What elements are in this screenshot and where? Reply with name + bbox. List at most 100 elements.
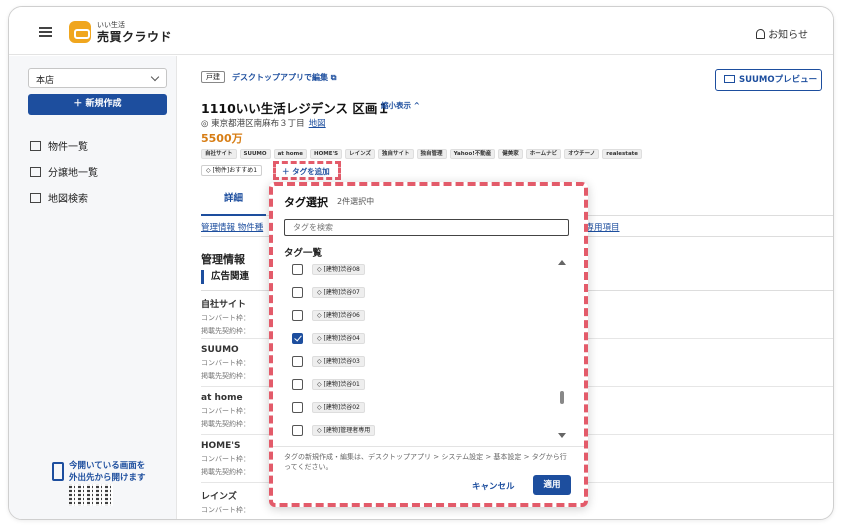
site-line-1: コンバート枠： [201, 407, 250, 415]
store-select[interactable]: 本店 [28, 68, 167, 88]
tag-icon: ◇ [317, 312, 322, 319]
property-type-badge: 戸建 [201, 71, 225, 83]
portal-chip: HOME'S [309, 149, 343, 159]
tag-row[interactable]: ◇ [建物]渋谷08 [292, 261, 542, 279]
promo-text: 今開いている画面を 外出先から開けます [69, 460, 169, 484]
modal-title: タグ選択 [284, 196, 328, 209]
brand-logo-icon [69, 21, 91, 43]
desktop-edit-link[interactable]: デスクトップアプリで編集 ⧉ [232, 72, 337, 83]
tag-chip: ◇ [建物]渋谷03 [312, 356, 365, 367]
tag-row[interactable]: ◇ [建物]渋谷02 [292, 399, 542, 417]
notice-button[interactable]: お知らせ [756, 26, 808, 41]
tag-icon: ◇ [317, 266, 322, 273]
sidebar-item-property-list[interactable]: 物件一覧 [30, 138, 88, 153]
portal-chip: 自社サイト [201, 149, 237, 159]
chevron-up-icon: ^ [413, 101, 420, 110]
tag-checkbox[interactable] [292, 264, 303, 275]
brand-name: 売買クラウド [97, 30, 173, 44]
site-line-2: 掲載先契約枠： [201, 327, 250, 335]
site-line-2: 掲載先契約枠： [201, 468, 250, 476]
tag-select-modal: タグ選択 2件選択中 タグ一覧 ◇ [建物]渋谷08 ◇ [建物]渋谷07 ◇ … [269, 182, 588, 507]
map-icon [30, 193, 41, 203]
sidebar: 本店 ＋ 新規作成 物件一覧 分譲地一覧 地図検索 今開いている画面を 外出先か… [9, 56, 177, 519]
portal-chip: レインズ [345, 149, 376, 159]
tag-label: [建物]渋谷08 [323, 266, 360, 273]
sidebar-item-map-search[interactable]: 地図検索 [30, 190, 88, 205]
site-block: at home コンバート枠： 掲載先契約枠： [201, 393, 271, 429]
tab-detail[interactable]: 詳細 [201, 184, 266, 216]
tag-chip: ◇ [建物]管理者専用 [312, 425, 376, 436]
tag-chip: ◇ [建物]渋谷01 [312, 379, 365, 390]
menu-icon[interactable] [39, 27, 52, 37]
tag-chip: ◇ [建物]渋谷07 [312, 287, 365, 298]
tag-row[interactable]: ◇ [建物]渋谷01 [292, 376, 542, 394]
pin-icon: ◎ [201, 119, 209, 129]
portal-chip: at home [273, 149, 307, 159]
section-title: 管理情報 [201, 253, 245, 266]
subnav-left[interactable]: 管理情報 物件種 [201, 221, 263, 233]
site-block: 自社サイト コンバート枠： 掲載先契約枠： [201, 297, 271, 336]
tag-row[interactable]: ◇ [建物]渋谷07 [292, 284, 542, 302]
scroll-up-arrow-icon[interactable] [558, 260, 566, 265]
section-subtitle: 広告関連 [201, 270, 249, 284]
tag-row[interactable]: ◇ [建物]渋谷06 [292, 307, 542, 325]
sidebar-item-subdivision-list[interactable]: 分譲地一覧 [30, 164, 98, 179]
tag-icon: ◇ [317, 358, 322, 365]
portal-chips: 自社サイト SUUMO at home HOME'S レインズ 独自サイト 独自… [201, 149, 643, 159]
tag-icon: ◇ [206, 167, 211, 174]
tag-row[interactable]: ◇ [建物]管理者専用 [292, 422, 542, 440]
property-title: 1110いい生活レジデンス 区画１ [201, 101, 390, 116]
property-address: ◎ 東京都港区南麻布３丁目 地図 [201, 117, 326, 129]
tag-icon: ◇ [317, 335, 322, 342]
scrollbar-thumb[interactable] [560, 391, 564, 404]
site-block: レインズ コンバート枠： [201, 489, 271, 515]
site-line-1: コンバート枠： [201, 506, 250, 514]
tag-label: [建物]渋谷01 [323, 381, 360, 388]
tag-checkbox[interactable] [292, 287, 303, 298]
tag-label: [建物]渋谷04 [323, 335, 360, 342]
tag-search-input[interactable] [284, 219, 569, 236]
collapse-toggle[interactable]: 縮小表示 ^ [381, 100, 420, 111]
map-link[interactable]: 地図 [309, 119, 326, 129]
tag-row[interactable]: ◇ [建物]渋谷03 [292, 353, 542, 371]
tag-chip: ◇ [建物]渋谷04 [312, 333, 365, 344]
add-tag-button[interactable]: ＋ タグを追加 [273, 161, 341, 180]
site-line-1: コンバート枠： [201, 455, 250, 463]
tag-checkbox[interactable] [292, 402, 303, 413]
tag-checkbox[interactable] [292, 356, 303, 367]
tag-chip: ◇ [建物]渋谷06 [312, 310, 365, 321]
promo-line-2: 外出先から開けます [69, 473, 146, 483]
site-name: 自社サイト [201, 300, 247, 310]
suumo-preview-button[interactable]: SUUMOプレビュー [715, 69, 822, 91]
apply-button[interactable]: 適用 [533, 475, 571, 495]
list-icon [30, 141, 41, 151]
tag-list[interactable]: ◇ [建物]渋谷08 ◇ [建物]渋谷07 ◇ [建物]渋谷06 ◇ [建物]渋… [284, 258, 569, 448]
cancel-button[interactable]: キャンセル [472, 480, 515, 492]
tag-label: [建物]渋谷07 [323, 289, 360, 296]
tag-checkbox-checked[interactable] [292, 333, 303, 344]
scroll-down-arrow-icon[interactable] [558, 433, 566, 438]
tag-checkbox[interactable] [292, 425, 303, 436]
site-name: レインズ [201, 492, 237, 502]
site-block: SUUMO コンバート枠： 掲載先契約枠： [201, 345, 271, 381]
new-create-button[interactable]: ＋ 新規作成 [28, 94, 167, 115]
tag-icon: ◇ [317, 289, 322, 296]
phone-icon [52, 462, 64, 481]
divider [273, 446, 584, 447]
portal-chip: 独自管理 [416, 149, 447, 159]
portal-chip: realestate [602, 149, 643, 159]
portal-chip: Yahoo!不動産 [449, 149, 496, 159]
selected-tag-label: [物件]おすすめ1 [212, 167, 258, 174]
tag-label: [建物]渋谷02 [323, 404, 360, 411]
app-window: いい生活 売買クラウド お知らせ 本店 ＋ 新規作成 物件一覧 分譲地一覧 地図… [8, 6, 834, 520]
store-select-value: 本店 [36, 76, 55, 86]
sidebar-item-label: 物件一覧 [48, 142, 88, 153]
tag-checkbox[interactable] [292, 310, 303, 321]
modal-note: タグの新規作成・編集は、デスクトップアプリ > システム設定 > 基本設定 > … [284, 453, 567, 471]
tag-checkbox[interactable] [292, 379, 303, 390]
tag-row[interactable]: ◇ [建物]渋谷04 [292, 330, 542, 348]
tag-label: [建物]渋谷06 [323, 312, 360, 319]
site-line-2: 掲載先契約枠： [201, 372, 250, 380]
tag-label: [建物]管理者専用 [323, 427, 371, 434]
house-icon [30, 167, 41, 177]
